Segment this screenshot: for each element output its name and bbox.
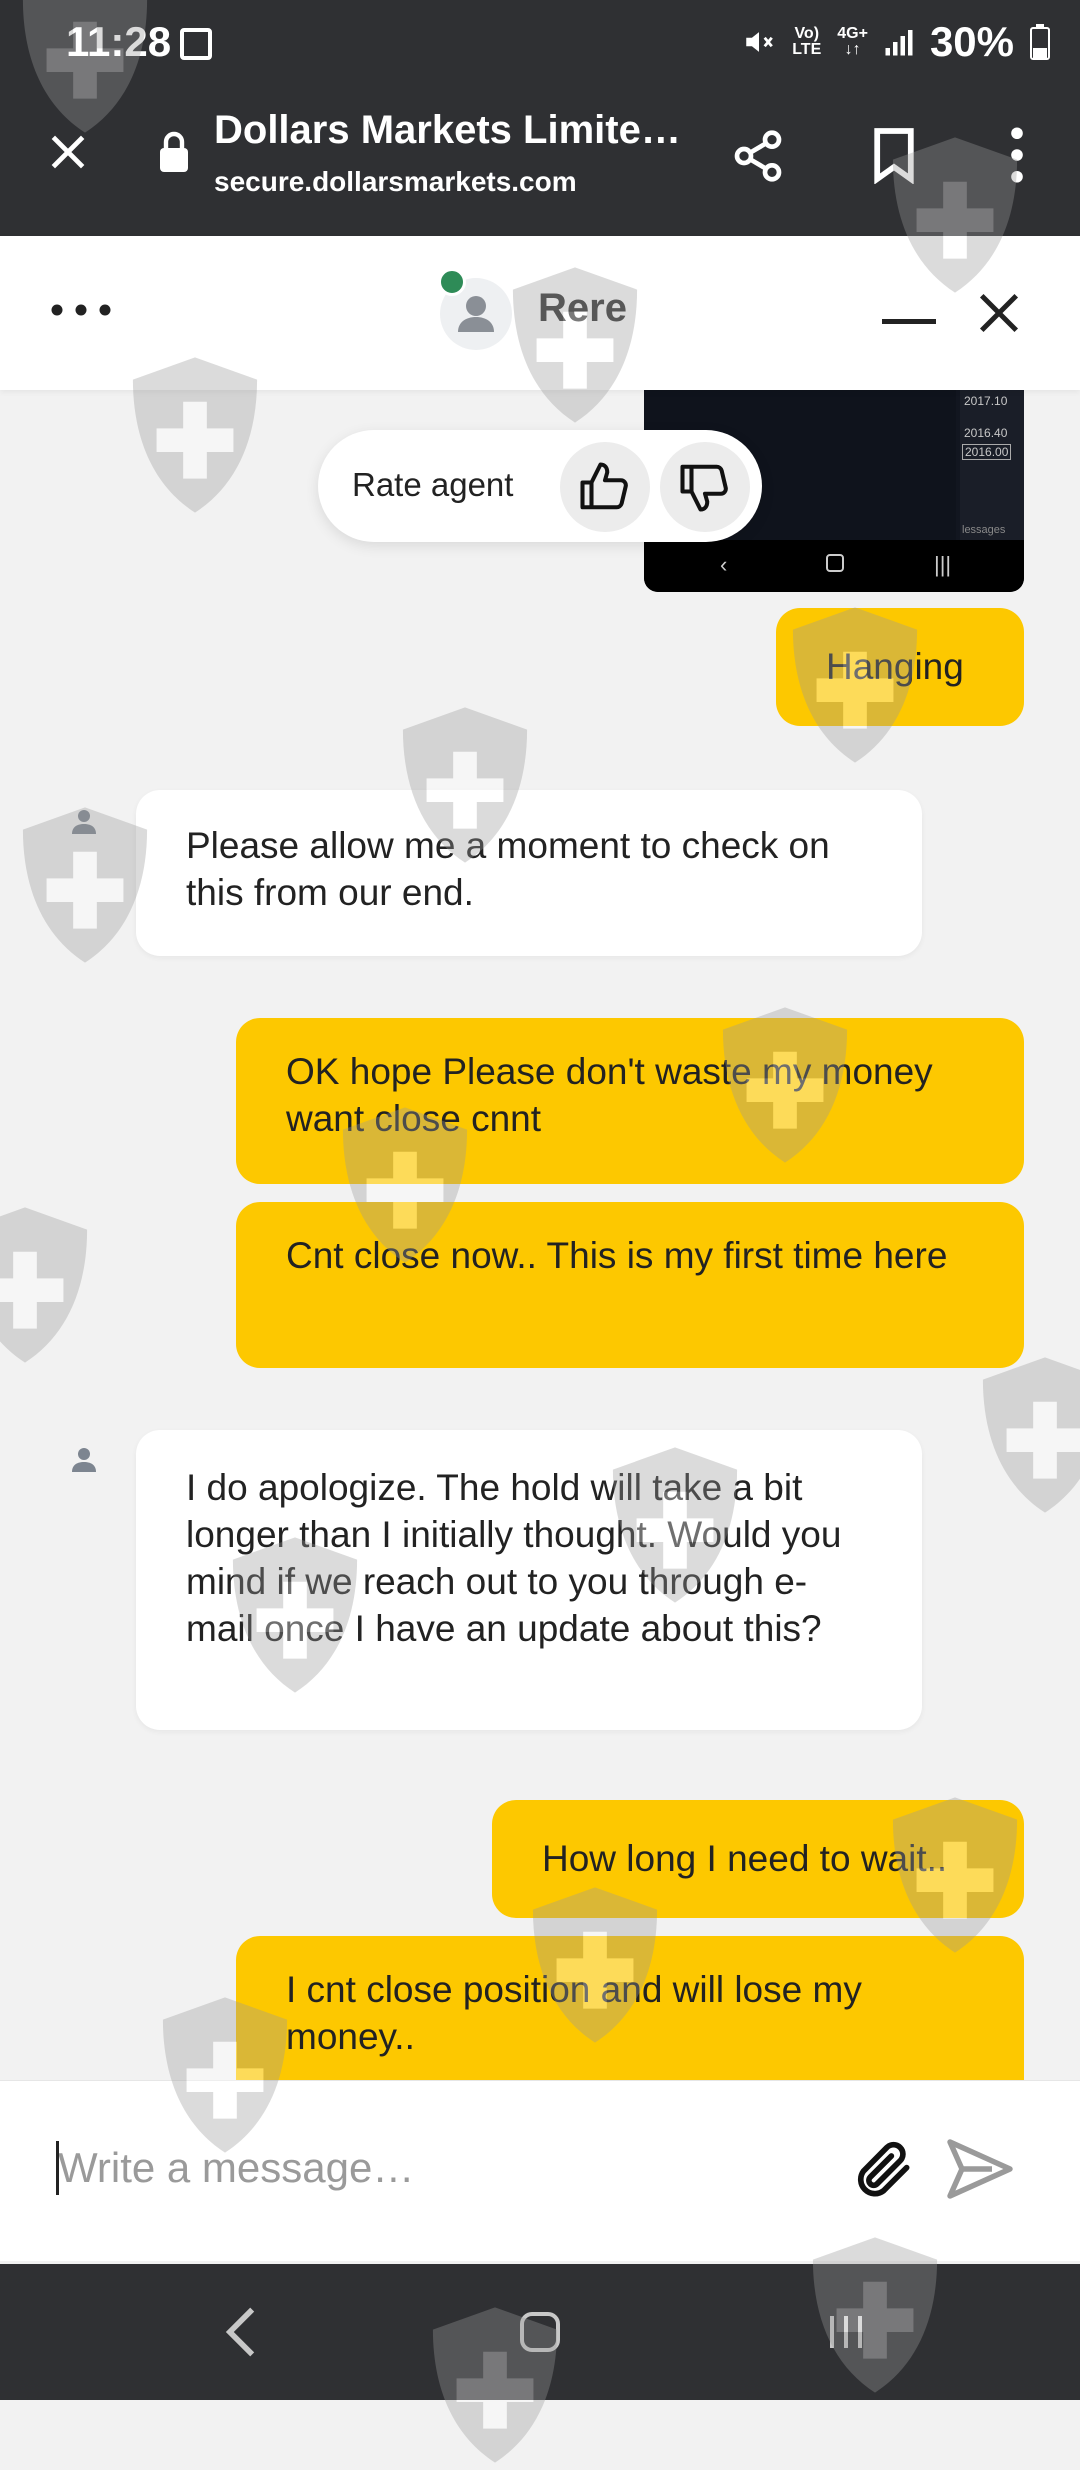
attach-icon[interactable] [850,2135,918,2203]
browser-toolbar: Dollars Markets Limite… secure.dollarsma… [0,90,1080,236]
user-message: OK hope Please don't waste my money want… [236,1018,1024,1184]
screenshot-value: 2017.10 [964,394,1008,408]
text-caret [56,2141,59,2195]
agent-message: Please allow me a moment to check on thi… [136,790,922,956]
message-input[interactable] [56,2127,820,2209]
screenshot-value: 2016.00 [962,444,1012,460]
gallery-notification-icon [180,28,212,60]
online-status-dot [438,268,466,296]
user-message: I cnt close position and will lose my mo… [236,1936,1024,2080]
send-icon[interactable] [944,2133,1016,2205]
battery-icon [1030,24,1050,60]
more-options-icon[interactable] [1000,126,1034,184]
screenshot-value: 2016.40 [964,426,1008,440]
chat-menu-icon[interactable] [50,300,112,320]
rate-agent-pill: Rate agent [318,430,762,542]
user-message: Hanging [776,608,1024,726]
message-list[interactable]: 2017.10 2016.40 2016.00 lessages ‹ ||| H… [0,390,1080,2080]
user-message: Cnt close now.. This is my first time he… [236,1202,1024,1368]
signal-icon [885,30,913,56]
lock-icon [160,131,188,172]
back-nav-icon: ‹ [720,552,728,577]
close-tab-icon[interactable] [46,130,90,174]
clock: 11:28 [66,18,172,65]
system-navigation-bar [0,2264,1080,2400]
agent-name: Rere [538,286,627,330]
recent-apps-icon[interactable] [822,2308,870,2356]
status-icons: Vo) LTE 4G+ ↓↑ 30% [742,18,1050,66]
home-nav-icon [826,554,844,572]
close-chat-icon[interactable] [976,290,1022,336]
mute-icon [746,32,774,52]
agent-mini-avatar-icon [72,810,96,834]
agent-mini-avatar-icon [72,1448,96,1472]
rate-agent-label: Rate agent [352,466,514,503]
page-title: Dollars Markets Limite… [214,108,681,152]
bookmark-icon[interactable] [870,126,918,184]
url-text[interactable]: secure.dollarsmarkets.com [214,166,577,198]
status-bar: 11:28 Vo) LTE 4G+ ↓↑ 30% [0,0,1080,90]
thumbs-down-button[interactable] [660,442,750,532]
home-icon[interactable] [516,2308,564,2356]
minimize-icon[interactable] [882,316,936,326]
network-type-indicator: 4G+ ↓↑ [837,25,868,58]
screenshot-messages-label: lessages [962,524,1006,536]
volte-indicator: Vo) LTE [792,25,822,58]
thumbs-up-icon [580,462,628,510]
back-icon[interactable] [224,2304,258,2360]
share-icon[interactable] [730,128,786,184]
thumbs-down-icon [680,464,728,512]
recents-nav-icon: ||| [934,552,952,577]
thumbs-up-button[interactable] [560,442,650,532]
battery-percent: 30% [929,18,1014,65]
message-composer [0,2080,1080,2261]
user-message: How long I need to wait.. [492,1800,1024,1918]
chat-header: Rere [0,236,1080,390]
agent-message: I do apologize. The hold will take a bit… [136,1430,922,1730]
